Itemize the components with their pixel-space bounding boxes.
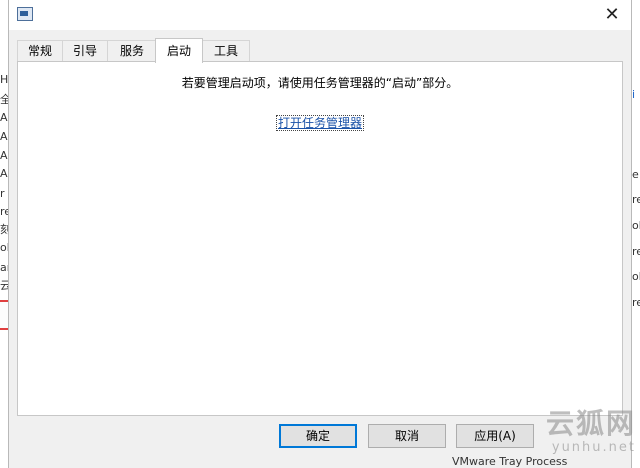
ok-button[interactable]: 确定 (279, 424, 357, 448)
watermark-subtitle: yunhu.net (551, 440, 636, 455)
system-config-dialog: ✕ 常规 引导 服务 启动 工具 若要管理启动项，请使用任务管理器的“启动”部分… (8, 0, 632, 468)
bg-text: A (0, 149, 8, 162)
bg-process-name: VMware Tray Process (452, 455, 568, 468)
bg-text: A (0, 130, 8, 143)
bg-text: r (0, 187, 5, 200)
watermark-title: 云狐网 (545, 407, 636, 440)
open-task-manager-link-row: 打开任务管理器 (18, 114, 622, 131)
tab-services[interactable]: 服务 (107, 40, 157, 61)
bg-link-fragment: i (632, 88, 636, 101)
bg-text: re (632, 245, 640, 258)
watermark: 云狐网 yunhu.net (546, 402, 636, 455)
bg-text: re (632, 296, 640, 309)
bg-text: e (632, 168, 639, 181)
bg-text: A (0, 167, 8, 180)
tab-tools[interactable]: 工具 (202, 40, 250, 61)
title-bar[interactable]: ✕ (9, 0, 631, 30)
close-button[interactable]: ✕ (597, 2, 627, 28)
bg-text: re (632, 193, 640, 206)
bg-text: A (0, 111, 8, 124)
bg-text: ob (632, 270, 640, 283)
tab-boot[interactable]: 引导 (62, 40, 108, 61)
app-icon (17, 7, 33, 21)
cancel-button[interactable]: 取消 (368, 424, 446, 448)
bg-text: ob (632, 219, 640, 232)
open-task-manager-link[interactable]: 打开任务管理器 (275, 115, 365, 131)
tab-startup[interactable]: 启动 (155, 38, 203, 63)
bg-selected-row (0, 300, 8, 330)
tab-general[interactable]: 常规 (17, 40, 63, 61)
startup-tab-panel: 若要管理启动项，请使用任务管理器的“启动”部分。 打开任务管理器 (17, 61, 623, 416)
apply-button[interactable]: 应用(A) (456, 424, 534, 448)
startup-info-text: 若要管理启动项，请使用任务管理器的“启动”部分。 (181, 76, 459, 90)
